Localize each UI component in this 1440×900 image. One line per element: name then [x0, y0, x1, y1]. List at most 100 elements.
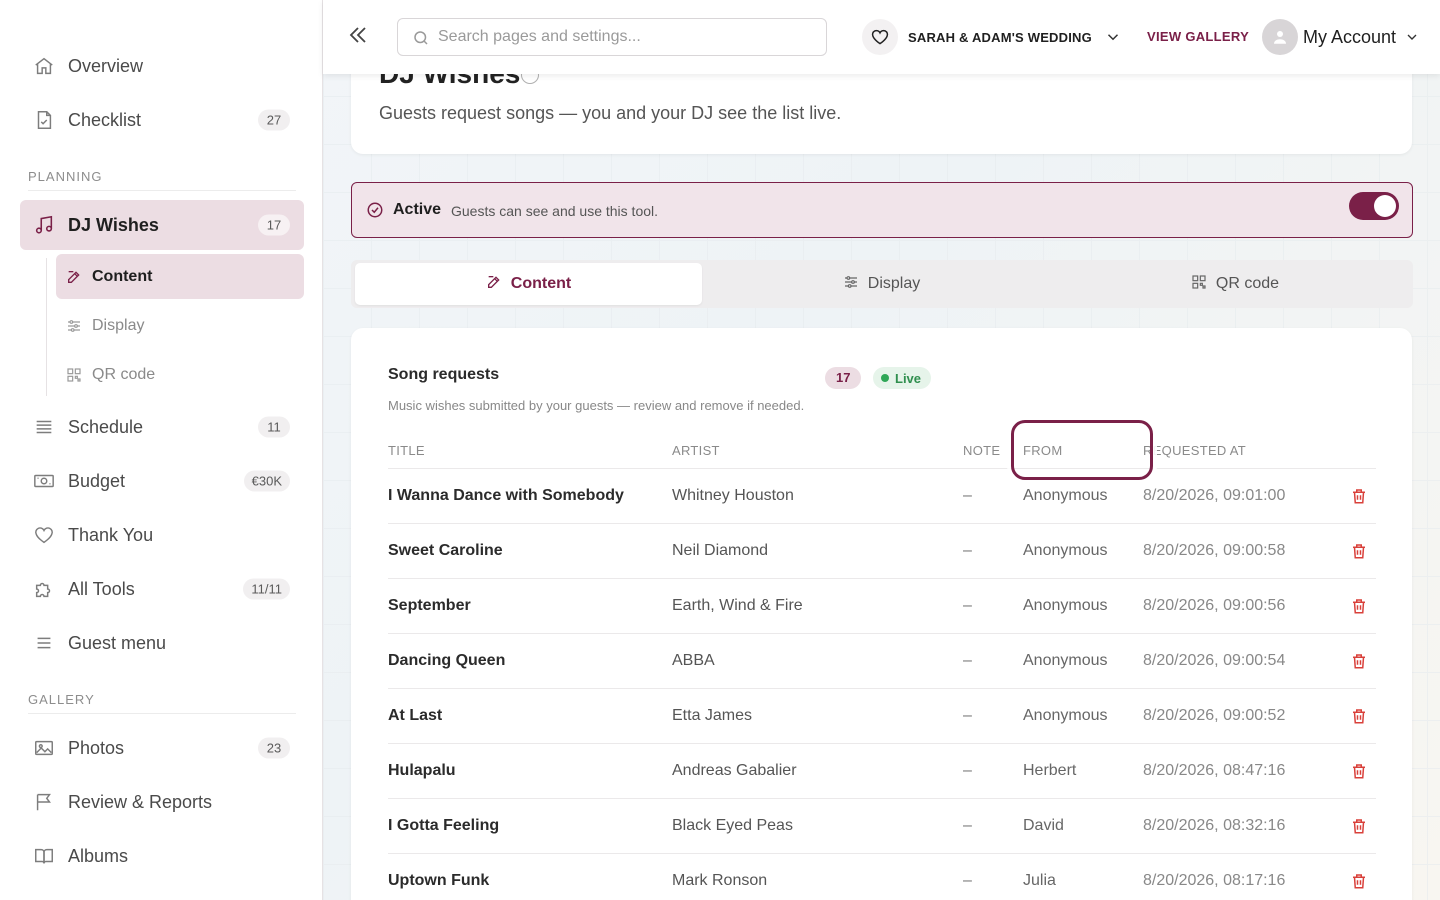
song-title: I Wanna Dance with Somebody	[388, 487, 624, 504]
requested-by: Anonymous	[1023, 597, 1108, 614]
delete-request-button[interactable]	[1350, 707, 1368, 725]
sidebar-item-checklist[interactable]: Checklist 27	[20, 95, 304, 145]
requested-by: Anonymous	[1023, 487, 1108, 504]
sidebar-item-label: Guest menu	[68, 632, 167, 653]
song-title: Sweet Caroline	[388, 542, 503, 559]
collapse-sidebar-button[interactable]	[345, 24, 371, 50]
toggle-knob	[1374, 195, 1396, 217]
sidebar-subitem-content[interactable]: Content	[56, 254, 304, 299]
song-note: –	[963, 652, 972, 669]
song-note: –	[963, 542, 972, 559]
section-label-planning: PLANNING	[28, 169, 103, 184]
trash-icon	[1350, 652, 1368, 670]
song-note: –	[963, 872, 972, 889]
qr-code-icon	[66, 367, 82, 383]
trash-icon	[1350, 542, 1368, 560]
song-title: Uptown Funk	[388, 872, 490, 889]
account-menu[interactable]: My Account	[1262, 18, 1420, 56]
delete-request-button[interactable]	[1350, 762, 1368, 780]
table-row: At Last Etta James – Anonymous 8/20/2026, 09…	[388, 689, 1376, 744]
column-header-note[interactable]: NOTE	[963, 443, 1000, 458]
sidebar-subitem-qr-code[interactable]: QR code	[56, 352, 304, 397]
song-title: Hulapalu	[388, 762, 456, 779]
requested-by: Anonymous	[1023, 707, 1108, 724]
tab-content[interactable]: Content	[355, 263, 702, 305]
avatar	[1262, 19, 1298, 55]
table-row: September Earth, Wind & Fire – Anonymous 8/2…	[388, 579, 1376, 634]
double-chevron-left-icon	[346, 23, 370, 52]
song-artist: ABBA	[672, 652, 715, 669]
count-badge: 11/11	[243, 578, 290, 600]
delete-request-button[interactable]	[1350, 872, 1368, 890]
card-description: Music wishes submitted by your guests — …	[388, 398, 805, 413]
song-artist: Andreas Gabalier	[672, 762, 797, 779]
sidebar-item-all-tools[interactable]: All Tools 11/11	[20, 564, 304, 614]
sidebar-item-schedule[interactable]: Schedule 11	[20, 402, 304, 452]
tool-status-bar: Active Guests can see and use this tool.	[351, 182, 1413, 238]
sidebar-item-photos[interactable]: Photos 23	[20, 723, 304, 773]
requested-by: Julia	[1023, 872, 1056, 889]
sidebar-item-overview[interactable]: Overview	[20, 41, 304, 91]
trash-icon	[1350, 707, 1368, 725]
photo-icon	[32, 736, 56, 760]
topbar: SARAH & ADAM'S WEDDING VIEW GALLERY My A…	[323, 0, 1440, 74]
sidebar-item-thank-you[interactable]: Thank You	[20, 510, 304, 560]
sliders-icon	[843, 274, 859, 295]
flag-icon	[32, 790, 56, 814]
delete-request-button[interactable]	[1350, 817, 1368, 835]
tool-tabs: Content Display QR code	[351, 260, 1413, 308]
delete-request-button[interactable]	[1350, 542, 1368, 560]
column-header-artist[interactable]: ARTIST	[672, 443, 720, 458]
sidebar-subitem-label: Display	[92, 316, 145, 334]
sidebar-item-budget[interactable]: Budget €30K	[20, 456, 304, 506]
song-artist: Whitney Houston	[672, 487, 794, 504]
sidebar-item-guest-menu[interactable]: Guest menu	[20, 618, 304, 668]
column-header-requested-at[interactable]: REQUESTED AT	[1143, 443, 1246, 458]
heart-icon	[32, 523, 56, 547]
requested-by: David	[1023, 817, 1064, 834]
view-gallery-link[interactable]: VIEW GALLERY	[1147, 29, 1249, 44]
checklist-icon	[32, 108, 56, 132]
song-requests-card: Song requests 17 Live Music wishes submi…	[351, 328, 1412, 900]
song-title: I Gotta Feeling	[388, 817, 500, 834]
delete-request-button[interactable]	[1350, 652, 1368, 670]
edit-icon	[66, 269, 82, 285]
sidebar-item-albums[interactable]: Albums	[20, 831, 304, 881]
tab-display[interactable]: Display	[708, 263, 1055, 305]
active-toggle[interactable]	[1349, 192, 1399, 220]
main-content: DJ Wishes Guests request songs — you and…	[323, 0, 1440, 900]
requested-at: 8/20/2026, 09:00:54	[1143, 652, 1286, 669]
sidebar-item-dj-wishes[interactable]: DJ Wishes 17	[20, 200, 304, 250]
trash-icon	[1350, 872, 1368, 890]
song-title: Dancing Queen	[388, 652, 506, 669]
column-header-title[interactable]: TITLE	[388, 443, 425, 458]
chevron-down-icon	[1104, 28, 1122, 46]
requested-at: 8/20/2026, 08:17:16	[1143, 872, 1286, 889]
delete-request-button[interactable]	[1350, 597, 1368, 615]
song-artist: Earth, Wind & Fire	[672, 597, 803, 614]
song-artist: Etta James	[672, 707, 753, 724]
event-selector[interactable]: SARAH & ADAM'S WEDDING	[862, 18, 1122, 56]
sidebar-item-label: Photos	[68, 737, 125, 758]
sidebar-item-label: Review & Reports	[68, 791, 213, 812]
search-input[interactable]	[438, 19, 818, 55]
sidebar-subitem-label: QR code	[92, 365, 156, 383]
sidebar-subitem-display[interactable]: Display	[56, 303, 304, 348]
sidebar-item-label: DJ Wishes	[68, 214, 159, 235]
trash-icon	[1350, 487, 1368, 505]
search-box	[397, 18, 827, 56]
divider	[28, 713, 296, 714]
song-note: –	[963, 762, 972, 779]
requested-at: 8/20/2026, 08:47:16	[1143, 762, 1286, 779]
song-artist: Black Eyed Peas	[672, 817, 793, 834]
tab-qr-code[interactable]: QR code	[1061, 263, 1409, 305]
table-row: Hulapalu Andreas Gabalier – Herbert 8/20/202…	[388, 744, 1376, 799]
account-label: My Account	[1303, 26, 1397, 47]
requested-at: 8/20/2026, 09:00:58	[1143, 542, 1286, 559]
count-badge: 17	[258, 214, 290, 236]
table-row: Dancing Queen ABBA – Anonymous 8/20/2026, 09…	[388, 634, 1376, 689]
sidebar-item-review-reports[interactable]: Review & Reports	[20, 777, 304, 827]
requested-by: Anonymous	[1023, 542, 1108, 559]
page-subtitle: Guests request songs — you and your DJ s…	[379, 103, 842, 123]
delete-request-button[interactable]	[1350, 487, 1368, 505]
